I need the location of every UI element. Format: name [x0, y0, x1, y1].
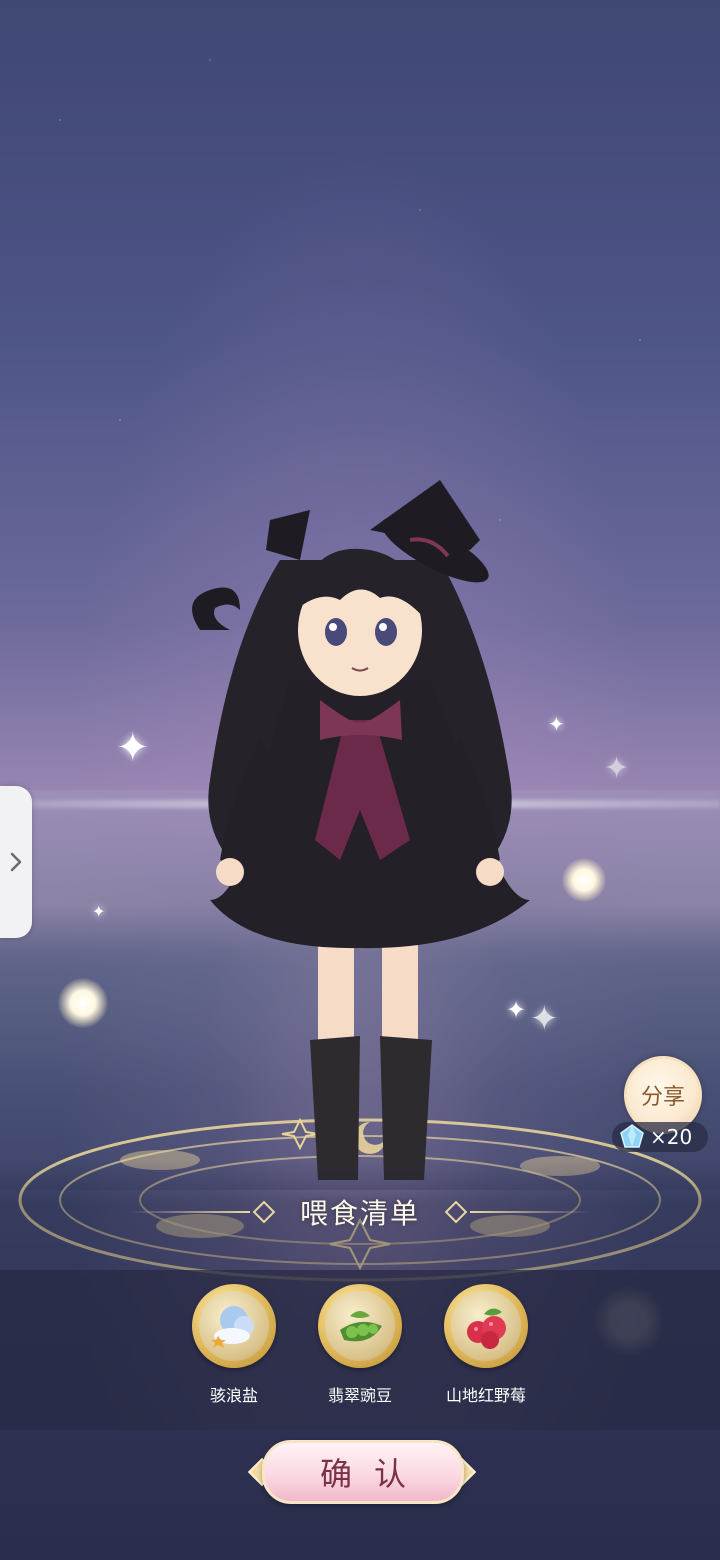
chevron-right-icon	[10, 852, 22, 872]
title-left-ornament	[129, 1200, 278, 1224]
food-name: 骇浪盐	[209, 1386, 258, 1405]
side-panel-toggle[interactable]	[0, 786, 32, 938]
reward-count: ×20	[650, 1125, 693, 1149]
food-icon-frame	[444, 1284, 528, 1368]
character-figure	[192, 480, 530, 1180]
confirm-label: 确认	[319, 1455, 428, 1493]
food-item[interactable]: 山地红野莓	[438, 1284, 534, 1406]
food-name: 山地红野莓	[445, 1386, 526, 1405]
sparkle-icon: ✦	[604, 751, 630, 786]
sparkle-icon: ✦	[548, 712, 565, 736]
feeding-list-title: 喂食清单	[299, 1197, 420, 1230]
light-orb	[562, 858, 606, 902]
title-right-ornament	[442, 1200, 590, 1224]
raspberry-icon	[467, 1308, 506, 1349]
food-item[interactable]: 翡翠豌豆	[312, 1284, 408, 1406]
sparkle-icon: ✦	[92, 902, 106, 921]
food-icon-frame	[192, 1284, 276, 1368]
sparkle-icon: ✦	[116, 725, 150, 771]
diamond-gem-icon	[620, 1124, 644, 1148]
feeding-list-header: 喂食清单	[0, 1170, 720, 1254]
confirm-button[interactable]: 确认	[262, 1440, 464, 1504]
peas-icon	[340, 1311, 382, 1342]
salt-icon	[211, 1306, 254, 1348]
food-name: 翡翠豌豆	[327, 1386, 392, 1405]
food-item[interactable]: 骇浪盐	[186, 1284, 282, 1406]
share-reward: ×20	[612, 1122, 708, 1152]
share-label: 分享	[640, 1085, 685, 1110]
food-list: 骇浪盐 翡翠豌豆 山地红野莓	[0, 1284, 720, 1406]
food-icon-frame	[318, 1284, 402, 1368]
light-orb	[58, 978, 108, 1028]
